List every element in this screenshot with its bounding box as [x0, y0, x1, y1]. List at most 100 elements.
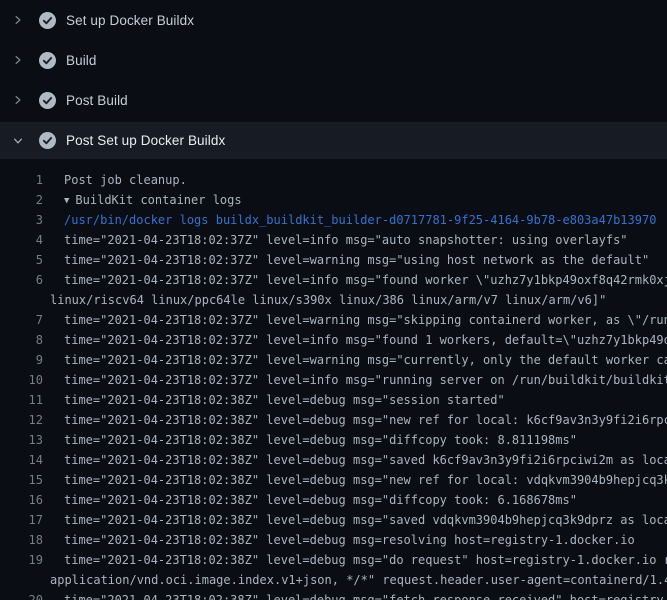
log-line-number[interactable]: 16: [0, 490, 43, 510]
step-row-post-set-up-docker-buildx[interactable]: Post Set up Docker Buildx: [0, 122, 667, 159]
log-line: ▼linux/riscv64 linux/ppc64le linux/s390x…: [0, 290, 667, 310]
log-line: 5 ▼time="2021-04-23T18:02:37Z" level=war…: [0, 250, 667, 270]
step-row-post-build[interactable]: Post Build: [0, 80, 667, 120]
log-message: time="2021-04-23T18:02:38Z" level=debug …: [64, 453, 667, 467]
log-line-number[interactable]: 11: [0, 390, 43, 410]
log-line-text: ▼time="2021-04-23T18:02:37Z" level=info …: [50, 330, 667, 350]
log-message: /usr/bin/docker logs buildx_buildkit_bui…: [64, 213, 656, 227]
log-message: time="2021-04-23T18:02:38Z" level=debug …: [64, 533, 635, 547]
log-line: 1 ▼Post job cleanup.: [0, 170, 667, 190]
log-line: 8 ▼time="2021-04-23T18:02:37Z" level=inf…: [0, 330, 667, 350]
log-line-number[interactable]: [0, 570, 43, 590]
log-line-number[interactable]: 4: [0, 230, 43, 250]
log-line-text: ▼time="2021-04-23T18:02:37Z" level=info …: [50, 270, 667, 290]
step-row-build[interactable]: Build: [0, 40, 667, 80]
log-line-number[interactable]: 10: [0, 370, 43, 390]
log-message: BuildKit container logs: [75, 193, 241, 207]
log-line-number[interactable]: 7: [0, 310, 43, 330]
log-line-number[interactable]: 5: [0, 250, 43, 270]
log-line: ▼application/vnd.oci.image.index.v1+json…: [0, 570, 667, 590]
chevron-right-icon: [10, 92, 26, 108]
chevron-down-icon: [10, 133, 26, 149]
group-collapse-toggle-icon[interactable]: ▼: [64, 196, 69, 206]
log-message: time="2021-04-23T18:02:38Z" level=debug …: [64, 513, 667, 527]
log-message: time="2021-04-23T18:02:38Z" level=debug …: [64, 413, 667, 427]
log-line-text: ▼time="2021-04-23T18:02:38Z" level=debug…: [50, 410, 667, 430]
log-line: 4 ▼time="2021-04-23T18:02:37Z" level=inf…: [0, 230, 667, 250]
log-message: time="2021-04-23T18:02:37Z" level=info m…: [64, 333, 667, 347]
check-circle-icon: [39, 52, 56, 69]
log-line-number[interactable]: 6: [0, 270, 43, 290]
log-line-text: ▼Post job cleanup.: [50, 170, 187, 190]
log-line-text: ▼application/vnd.oci.image.index.v1+json…: [50, 570, 667, 590]
log-message: time="2021-04-23T18:02:38Z" level=debug …: [64, 593, 667, 600]
log-line: 13 ▼time="2021-04-23T18:02:38Z" level=de…: [0, 430, 667, 450]
log-line-text: ▼/usr/bin/docker logs buildx_buildkit_bu…: [50, 210, 656, 230]
log-message: linux/riscv64 linux/ppc64le linux/s390x …: [50, 293, 606, 307]
steps-list: Set up Docker Buildx Build P: [0, 0, 667, 159]
job-log-viewer: Set up Docker Buildx Build P: [0, 0, 667, 600]
check-circle-icon: [39, 12, 56, 29]
log-line: 19 ▼time="2021-04-23T18:02:38Z" level=de…: [0, 550, 667, 570]
log-line-text: ▼time="2021-04-23T18:02:38Z" level=debug…: [50, 590, 667, 600]
log-line-number[interactable]: 18: [0, 530, 43, 550]
log-line-number[interactable]: 17: [0, 510, 43, 530]
log-message: time="2021-04-23T18:02:37Z" level=info m…: [64, 273, 667, 287]
log-line-number[interactable]: 13: [0, 430, 43, 450]
log-line: 17 ▼time="2021-04-23T18:02:38Z" level=de…: [0, 510, 667, 530]
log-message: time="2021-04-23T18:02:38Z" level=debug …: [64, 433, 577, 447]
log-area: 1 ▼Post job cleanup. 2 ▼ BuildKit contain…: [0, 159, 667, 600]
log-line-text: ▼time="2021-04-23T18:02:38Z" level=debug…: [50, 390, 505, 410]
chevron-right-icon: [10, 12, 26, 28]
log-line-number[interactable]: 20: [0, 590, 43, 600]
log-line-number[interactable]: 14: [0, 450, 43, 470]
log-line-number[interactable]: 9: [0, 350, 43, 370]
log-message: time="2021-04-23T18:02:38Z" level=debug …: [64, 473, 667, 487]
log-message: time="2021-04-23T18:02:37Z" level=warnin…: [64, 313, 667, 327]
log-line: 10 ▼time="2021-04-23T18:02:37Z" level=in…: [0, 370, 667, 390]
step-title: Build: [66, 53, 97, 68]
log-line-text: ▼time="2021-04-23T18:02:38Z" level=debug…: [50, 470, 667, 490]
log-message: Post job cleanup.: [64, 173, 187, 187]
log-line: 18 ▼time="2021-04-23T18:02:38Z" level=de…: [0, 530, 667, 550]
log-line: 20 ▼time="2021-04-23T18:02:38Z" level=de…: [0, 590, 667, 600]
log-line-text: ▼time="2021-04-23T18:02:38Z" level=debug…: [50, 430, 577, 450]
log-message: time="2021-04-23T18:02:37Z" level=warnin…: [64, 253, 649, 267]
log-line-number[interactable]: 3: [0, 210, 43, 230]
log-message: time="2021-04-23T18:02:37Z" level=info m…: [64, 233, 628, 247]
log-line-text: ▼time="2021-04-23T18:02:37Z" level=info …: [50, 370, 667, 390]
log-line-number[interactable]: 12: [0, 410, 43, 430]
chevron-right-icon: [10, 52, 26, 68]
step-title: Set up Docker Buildx: [66, 13, 194, 28]
log-line-number[interactable]: [0, 290, 43, 310]
log-message: time="2021-04-23T18:02:38Z" level=debug …: [64, 553, 667, 567]
log-line: 12 ▼time="2021-04-23T18:02:38Z" level=de…: [0, 410, 667, 430]
log-line-text: ▼time="2021-04-23T18:02:38Z" level=debug…: [50, 450, 667, 470]
check-circle-icon: [39, 132, 56, 149]
log-line-number[interactable]: 19: [0, 550, 43, 570]
log-line: 11 ▼time="2021-04-23T18:02:38Z" level=de…: [0, 390, 667, 410]
check-circle-icon: [39, 92, 56, 109]
log-line-text: ▼time="2021-04-23T18:02:38Z" level=debug…: [50, 530, 635, 550]
log-line-text: ▼time="2021-04-23T18:02:37Z" level=info …: [50, 230, 628, 250]
log-line-text: ▼time="2021-04-23T18:02:37Z" level=warni…: [50, 250, 649, 270]
log-line: 15 ▼time="2021-04-23T18:02:38Z" level=de…: [0, 470, 667, 490]
log-message: time="2021-04-23T18:02:37Z" level=warnin…: [64, 353, 667, 367]
log-line: 6 ▼time="2021-04-23T18:02:37Z" level=inf…: [0, 270, 667, 290]
log-line: 16 ▼time="2021-04-23T18:02:38Z" level=de…: [0, 490, 667, 510]
log-line-text: ▼linux/riscv64 linux/ppc64le linux/s390x…: [50, 290, 606, 310]
log-line-number[interactable]: 8: [0, 330, 43, 350]
log-line-number[interactable]: 1: [0, 170, 43, 190]
log-line-number[interactable]: 15: [0, 470, 43, 490]
step-row-set-up-docker-buildx[interactable]: Set up Docker Buildx: [0, 0, 667, 40]
log-line: 2 ▼ BuildKit container logs: [0, 190, 667, 210]
log-line-text: ▼time="2021-04-23T18:02:38Z" level=debug…: [50, 510, 667, 530]
log-line-text: ▼time="2021-04-23T18:02:38Z" level=debug…: [50, 550, 667, 570]
log-line: 3 ▼/usr/bin/docker logs buildx_buildkit_…: [0, 210, 667, 230]
log-line-text: ▼ BuildKit container logs: [50, 190, 242, 210]
log-message: time="2021-04-23T18:02:38Z" level=debug …: [64, 493, 577, 507]
log-line-number[interactable]: 2: [0, 190, 43, 210]
log-line: 14 ▼time="2021-04-23T18:02:38Z" level=de…: [0, 450, 667, 470]
log-message: time="2021-04-23T18:02:38Z" level=debug …: [64, 393, 505, 407]
log-message: application/vnd.oci.image.index.v1+json,…: [50, 573, 667, 587]
